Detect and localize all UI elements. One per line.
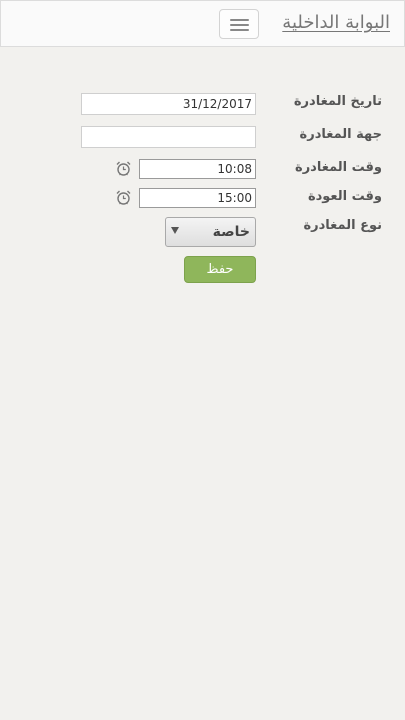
return-time-input[interactable]: 15:00 xyxy=(139,188,256,208)
hamburger-menu-icon xyxy=(230,24,249,26)
departure-type-selected: خاصة xyxy=(212,224,250,240)
hamburger-menu-icon xyxy=(230,19,249,21)
departure-type-select[interactable]: خاصة xyxy=(165,217,256,247)
departure-date-input[interactable]: 31/12/2017 xyxy=(81,93,256,115)
destination-label: جهة المغادرة xyxy=(299,127,382,142)
alarm-clock-icon[interactable] xyxy=(115,160,132,177)
return-time-label: وقت العودة xyxy=(307,189,382,204)
alarm-clock-icon[interactable] xyxy=(115,189,132,206)
departure-date-label: تاريخ المغادرة xyxy=(293,94,382,109)
save-button[interactable]: حفظ xyxy=(184,256,256,283)
hamburger-menu-icon xyxy=(230,29,249,31)
departure-type-label: نوع المغادرة xyxy=(303,218,382,233)
dropdown-arrow-icon xyxy=(171,227,179,234)
destination-input[interactable] xyxy=(81,126,256,148)
brand-link[interactable]: البوابة الداخلية xyxy=(282,12,390,33)
departure-time-input[interactable]: 10:08 xyxy=(139,159,256,179)
departure-time-label: وقت المغادرة xyxy=(295,160,382,175)
menu-toggle-button[interactable] xyxy=(219,9,259,39)
navbar: البوابة الداخلية xyxy=(0,0,405,47)
